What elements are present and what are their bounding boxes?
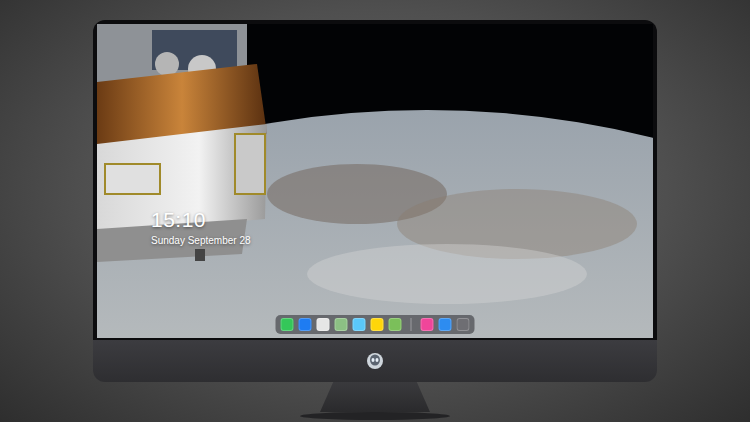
monitor: 15:10 Sunday September 28 xyxy=(93,20,657,382)
dock-item[interactable] xyxy=(281,318,294,331)
app-icon[interactable] xyxy=(299,318,312,331)
app-icon[interactable] xyxy=(421,318,434,331)
dock-separator xyxy=(411,318,412,331)
stand-base xyxy=(300,412,450,420)
dock-item[interactable] xyxy=(389,318,402,331)
app-icon[interactable] xyxy=(371,318,384,331)
app-icon[interactable] xyxy=(353,318,366,331)
dock-item[interactable] xyxy=(299,318,312,331)
dock-item[interactable] xyxy=(457,318,470,331)
clock-date: Sunday September 28 xyxy=(151,234,251,247)
brand-logo-icon xyxy=(366,352,384,370)
app-icon[interactable] xyxy=(335,318,348,331)
dock xyxy=(276,315,475,334)
desktop-screen: 15:10 Sunday September 28 xyxy=(97,24,653,338)
app-icon[interactable] xyxy=(317,318,330,331)
dock-item[interactable] xyxy=(317,318,330,331)
clock-time: 15:10 xyxy=(151,208,251,232)
wallpaper-photo xyxy=(97,24,653,338)
dock-item[interactable] xyxy=(421,318,434,331)
dock-item[interactable] xyxy=(353,318,366,331)
dock-item[interactable] xyxy=(439,318,452,331)
app-icon[interactable] xyxy=(281,318,294,331)
app-icon[interactable] xyxy=(389,318,402,331)
monitor-stand xyxy=(320,382,430,412)
app-icon[interactable] xyxy=(439,318,452,331)
dock-item[interactable] xyxy=(371,318,384,331)
app-icon[interactable] xyxy=(457,318,470,331)
dock-item[interactable] xyxy=(335,318,348,331)
lock-clock: 15:10 Sunday September 28 xyxy=(151,208,251,247)
monitor-chin xyxy=(93,340,657,382)
